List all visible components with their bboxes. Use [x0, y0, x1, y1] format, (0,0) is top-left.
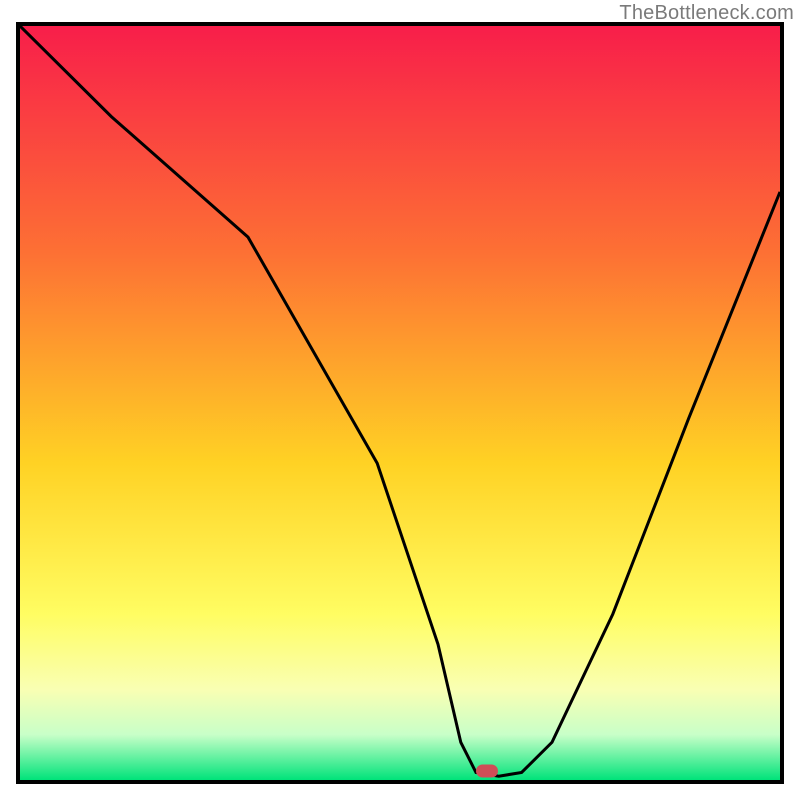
- optimal-point-marker: [476, 764, 498, 777]
- gradient-background: [20, 26, 780, 780]
- plot-svg: [20, 26, 780, 780]
- chart-container: TheBottleneck.com: [0, 0, 800, 800]
- plot-frame: [16, 22, 784, 784]
- watermark-text: TheBottleneck.com: [619, 2, 794, 25]
